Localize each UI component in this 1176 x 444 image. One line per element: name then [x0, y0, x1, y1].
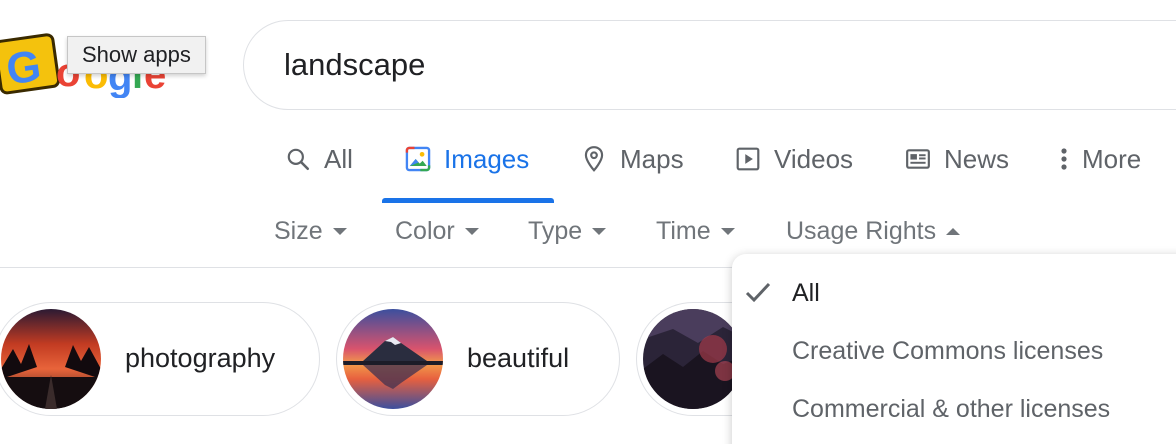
menu-item-label: Creative Commons licenses: [792, 336, 1104, 365]
filter-label: Time: [656, 216, 711, 245]
menu-item-commercial[interactable]: Commercial & other licenses: [732, 384, 1176, 434]
menu-item-label: Commercial & other licenses: [792, 394, 1111, 423]
chip-label: photography: [125, 343, 276, 373]
tab-label: Images: [444, 143, 530, 174]
show-apps-tooltip: Show apps: [67, 36, 206, 74]
tab-label: Videos: [774, 143, 854, 174]
image-icon: [404, 145, 432, 173]
more-vert-icon: [1056, 145, 1072, 173]
tab-maps[interactable]: Maps: [580, 138, 684, 180]
google-images-page: G o o g l e Show apps All: [0, 0, 1176, 444]
filter-label: Usage Rights: [786, 216, 937, 245]
chip-label: beautiful: [467, 343, 570, 373]
menu-item-all[interactable]: All: [732, 268, 1176, 318]
filter-size[interactable]: Size: [274, 214, 347, 248]
filter-usage-rights[interactable]: Usage Rights: [786, 214, 961, 248]
tab-label: All: [324, 143, 353, 174]
tab-label: Maps: [620, 143, 684, 174]
menu-item-label: All: [792, 278, 820, 307]
caret-up-icon: [946, 227, 961, 235]
caret-down-icon: [592, 227, 607, 235]
filter-label: Type: [528, 216, 583, 245]
filter-label: Color: [395, 216, 455, 245]
newspaper-icon: [904, 145, 932, 173]
svg-text:G: G: [3, 41, 44, 94]
caret-down-icon: [464, 227, 479, 235]
chip-thumbnail: [1, 309, 101, 409]
search-icon: [284, 145, 312, 173]
chip-thumbnail: [643, 309, 743, 409]
tab-label: News: [944, 143, 1010, 174]
filter-label: Size: [274, 216, 323, 245]
caret-down-icon: [720, 227, 735, 235]
chip-thumbnail: [343, 309, 443, 409]
search-input[interactable]: [284, 43, 1144, 87]
play-icon: [734, 145, 762, 173]
tab-videos[interactable]: Videos: [734, 138, 853, 180]
tab-images[interactable]: Images: [404, 138, 529, 180]
tab-news[interactable]: News: [904, 138, 1009, 180]
filter-type[interactable]: Type: [528, 214, 607, 248]
active-tab-indicator: [382, 198, 554, 203]
tab-all[interactable]: All: [284, 138, 353, 180]
menu-item-creative-commons[interactable]: Creative Commons licenses: [732, 326, 1176, 376]
tab-label: More: [1082, 143, 1142, 174]
filter-time[interactable]: Time: [656, 214, 735, 248]
filter-color[interactable]: Color: [395, 214, 479, 248]
related-chip-photography[interactable]: photography: [0, 302, 320, 416]
checkmark-icon: [744, 280, 772, 311]
map-pin-icon: [580, 145, 608, 173]
usage-rights-menu: All Creative Commons licenses Commercial…: [732, 254, 1176, 444]
caret-down-icon: [332, 227, 347, 235]
tab-more[interactable]: More: [1056, 138, 1141, 180]
search-box[interactable]: [243, 20, 1176, 110]
related-chip-beautiful[interactable]: beautiful: [336, 302, 620, 416]
